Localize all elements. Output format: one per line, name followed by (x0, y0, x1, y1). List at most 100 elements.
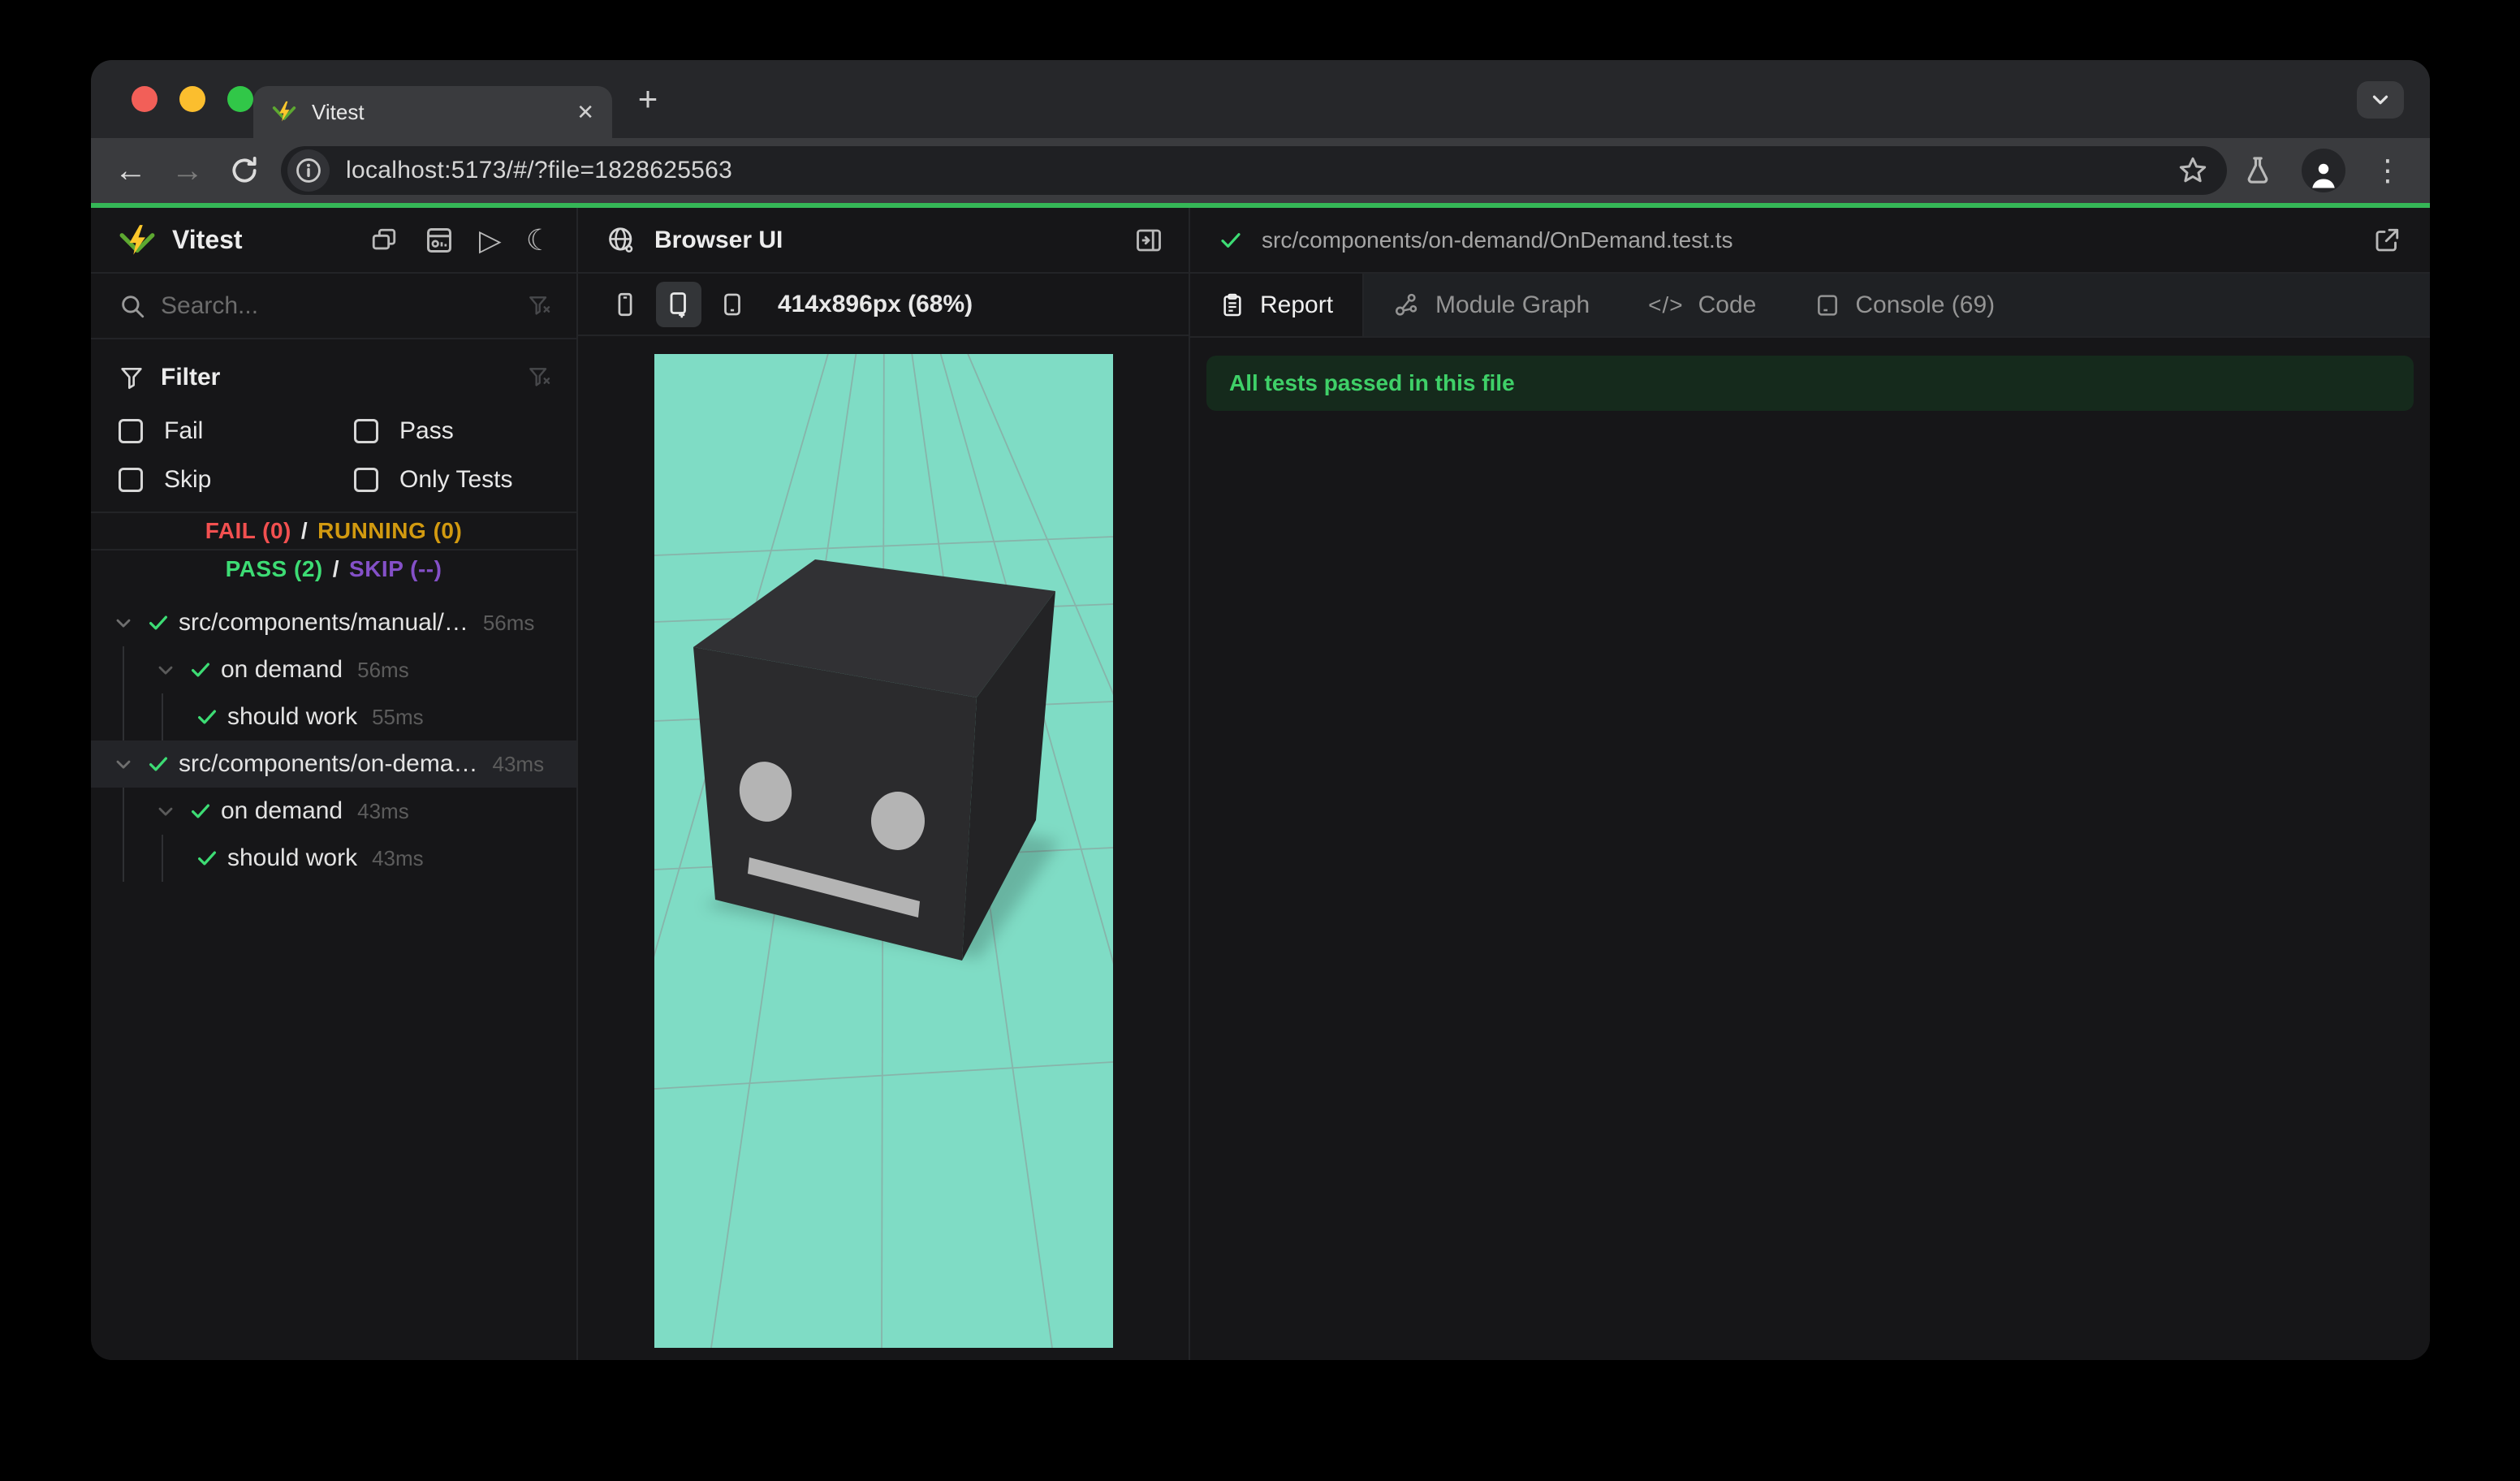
app-title: Vitest (172, 225, 243, 254)
dashboard-icon[interactable] (424, 225, 455, 256)
filter-funnel-icon (119, 365, 145, 391)
filter-checkbox-skip[interactable]: Skip (119, 466, 354, 494)
code-icon: </> (1648, 291, 1684, 317)
detail-tabs: Report Module Graph </> Code Console (69… (1190, 274, 2430, 336)
forward-button[interactable]: → (159, 153, 216, 189)
device-phone-icon[interactable] (602, 282, 648, 327)
fail-count: FAIL (0) (205, 518, 291, 543)
profile-avatar[interactable] (2302, 149, 2345, 192)
vitest-ui: Vitest ▷ ☾ Search... Filter Fail Pass Sk… (91, 208, 2430, 1360)
chevron-down-icon[interactable] (109, 611, 138, 634)
status-line-fail-running: FAIL (0) / RUNNING (0) (91, 513, 576, 551)
tab-console[interactable]: Console (69) (1785, 274, 2024, 336)
globe-icon (606, 225, 636, 256)
running-count: RUNNING (0) (317, 518, 463, 543)
maximize-window-button[interactable] (227, 86, 253, 112)
sidebar: Vitest ▷ ☾ Search... Filter Fail Pass Sk… (91, 208, 578, 1360)
tab-search-chevron-button[interactable] (2357, 81, 2404, 119)
address-bar[interactable]: localhost:5173/#/?file=1828625563 (281, 146, 2227, 195)
filter-title: Filter (161, 364, 221, 391)
checkbox[interactable] (119, 468, 143, 492)
app-under-test-viewport[interactable] (654, 354, 1113, 1348)
close-window-button[interactable] (132, 86, 158, 112)
browser-toolbar: ← → localhost:5173/#/?file=1828625563 ⋮ (91, 138, 2430, 203)
device-zoom-out-icon[interactable] (710, 282, 755, 327)
check-icon (187, 799, 214, 823)
file-header: src/components/on-demand/OnDemand.test.t… (1190, 208, 2430, 274)
chevron-down-icon[interactable] (151, 800, 180, 823)
bookmark-star-icon[interactable] (2177, 154, 2209, 187)
checkbox[interactable] (354, 419, 378, 443)
tree-indent-guide (123, 646, 124, 740)
tree-row-test[interactable]: should work 55ms (91, 693, 576, 740)
report-clipboard-icon (1219, 292, 1245, 318)
checkbox[interactable] (354, 468, 378, 492)
chevron-down-icon[interactable] (151, 658, 180, 681)
minimize-window-button[interactable] (179, 86, 205, 112)
preview-header: Browser UI (578, 208, 1189, 274)
vitest-logo-icon (119, 222, 156, 259)
traffic-lights (132, 86, 253, 112)
tab-title: Vitest (312, 99, 365, 124)
status-line-pass-skip: PASS (2) / SKIP (--) (225, 556, 442, 581)
chevron-down-icon[interactable] (109, 753, 138, 775)
filter-checkbox-fail[interactable]: Fail (119, 417, 354, 445)
device-zoom-in-icon[interactable] (656, 281, 701, 327)
tree-row-suite[interactable]: on demand 43ms (91, 788, 576, 835)
filter-checkbox-only-tests[interactable]: Only Tests (354, 466, 552, 494)
site-info-icon[interactable] (287, 149, 330, 192)
dark-mode-moon-icon[interactable]: ☾ (526, 225, 552, 255)
search-icon (119, 292, 146, 320)
vitest-favicon (271, 99, 297, 125)
tree-row-test[interactable]: should work 43ms (91, 835, 576, 882)
collapse-panels-icon[interactable] (369, 225, 399, 256)
preview-area (578, 336, 1189, 1360)
tab-module-graph[interactable]: Module Graph (1364, 274, 1619, 336)
search-input[interactable] (161, 291, 511, 320)
browser-tab[interactable]: Vitest ✕ (253, 86, 612, 138)
clear-filters-icon[interactable] (526, 365, 552, 391)
browser-window: Vitest ✕ + ← → localhost:5173/#/?file=18… (91, 60, 2430, 1360)
check-icon (145, 611, 172, 635)
tab-close-icon[interactable]: ✕ (576, 100, 594, 125)
tree-indent-guide (162, 835, 163, 882)
reload-button[interactable] (216, 155, 273, 186)
pass-count: PASS (2) (225, 556, 323, 581)
tree-row-suite[interactable]: on demand 56ms (91, 646, 576, 693)
device-toolbar: 414x896px (68%) (578, 274, 1189, 336)
dock-panel-right-icon[interactable] (1133, 225, 1164, 256)
new-tab-button[interactable]: + (627, 78, 669, 120)
back-button[interactable]: ← (102, 153, 159, 189)
viewport-dimensions-label: 414x896px (68%) (778, 290, 973, 317)
file-path: src/components/on-demand/OnDemand.test.t… (1262, 227, 1733, 253)
check-icon (145, 752, 172, 776)
tab-code[interactable]: </> Code (1619, 274, 1785, 336)
tree-row-file-selected[interactable]: src/components/on-dema… 43ms (91, 740, 576, 788)
run-all-play-icon[interactable]: ▷ (479, 225, 502, 255)
open-external-link-icon[interactable] (2371, 225, 2402, 256)
tree-indent-guide (162, 693, 163, 740)
tab-report[interactable]: Report (1190, 274, 1365, 336)
test-tree: src/components/manual/… 56ms on demand 5… (91, 599, 576, 882)
report-content: All tests passed in this file (1190, 336, 2430, 1360)
check-icon (187, 658, 214, 682)
url-text[interactable]: localhost:5173/#/?file=1828625563 (346, 157, 732, 184)
filter-checkbox-pass[interactable]: Pass (354, 417, 552, 445)
experiments-flask-icon[interactable] (2242, 154, 2274, 187)
module-graph-icon (1393, 291, 1421, 319)
browser-preview-panel: Browser UI 414x896px (68%) (578, 208, 1190, 1360)
clear-search-filter-icon[interactable] (526, 293, 552, 319)
detail-panel: src/components/on-demand/OnDemand.test.t… (1190, 208, 2430, 1360)
tree-row-file[interactable]: src/components/manual/… 56ms (91, 599, 576, 646)
search-bar (91, 274, 576, 339)
check-icon (193, 705, 221, 729)
tree-indent-guide (123, 788, 124, 882)
check-icon (1218, 227, 1244, 253)
preview-title: Browser UI (654, 226, 783, 253)
filter-section: Filter Fail Pass Skip Only Tests (91, 339, 576, 513)
cube-right-eye (870, 792, 925, 850)
browser-menu-kebab-icon[interactable]: ⋮ (2373, 156, 2402, 185)
checkbox[interactable] (119, 419, 143, 443)
check-icon (193, 846, 221, 870)
console-icon (1814, 292, 1840, 318)
